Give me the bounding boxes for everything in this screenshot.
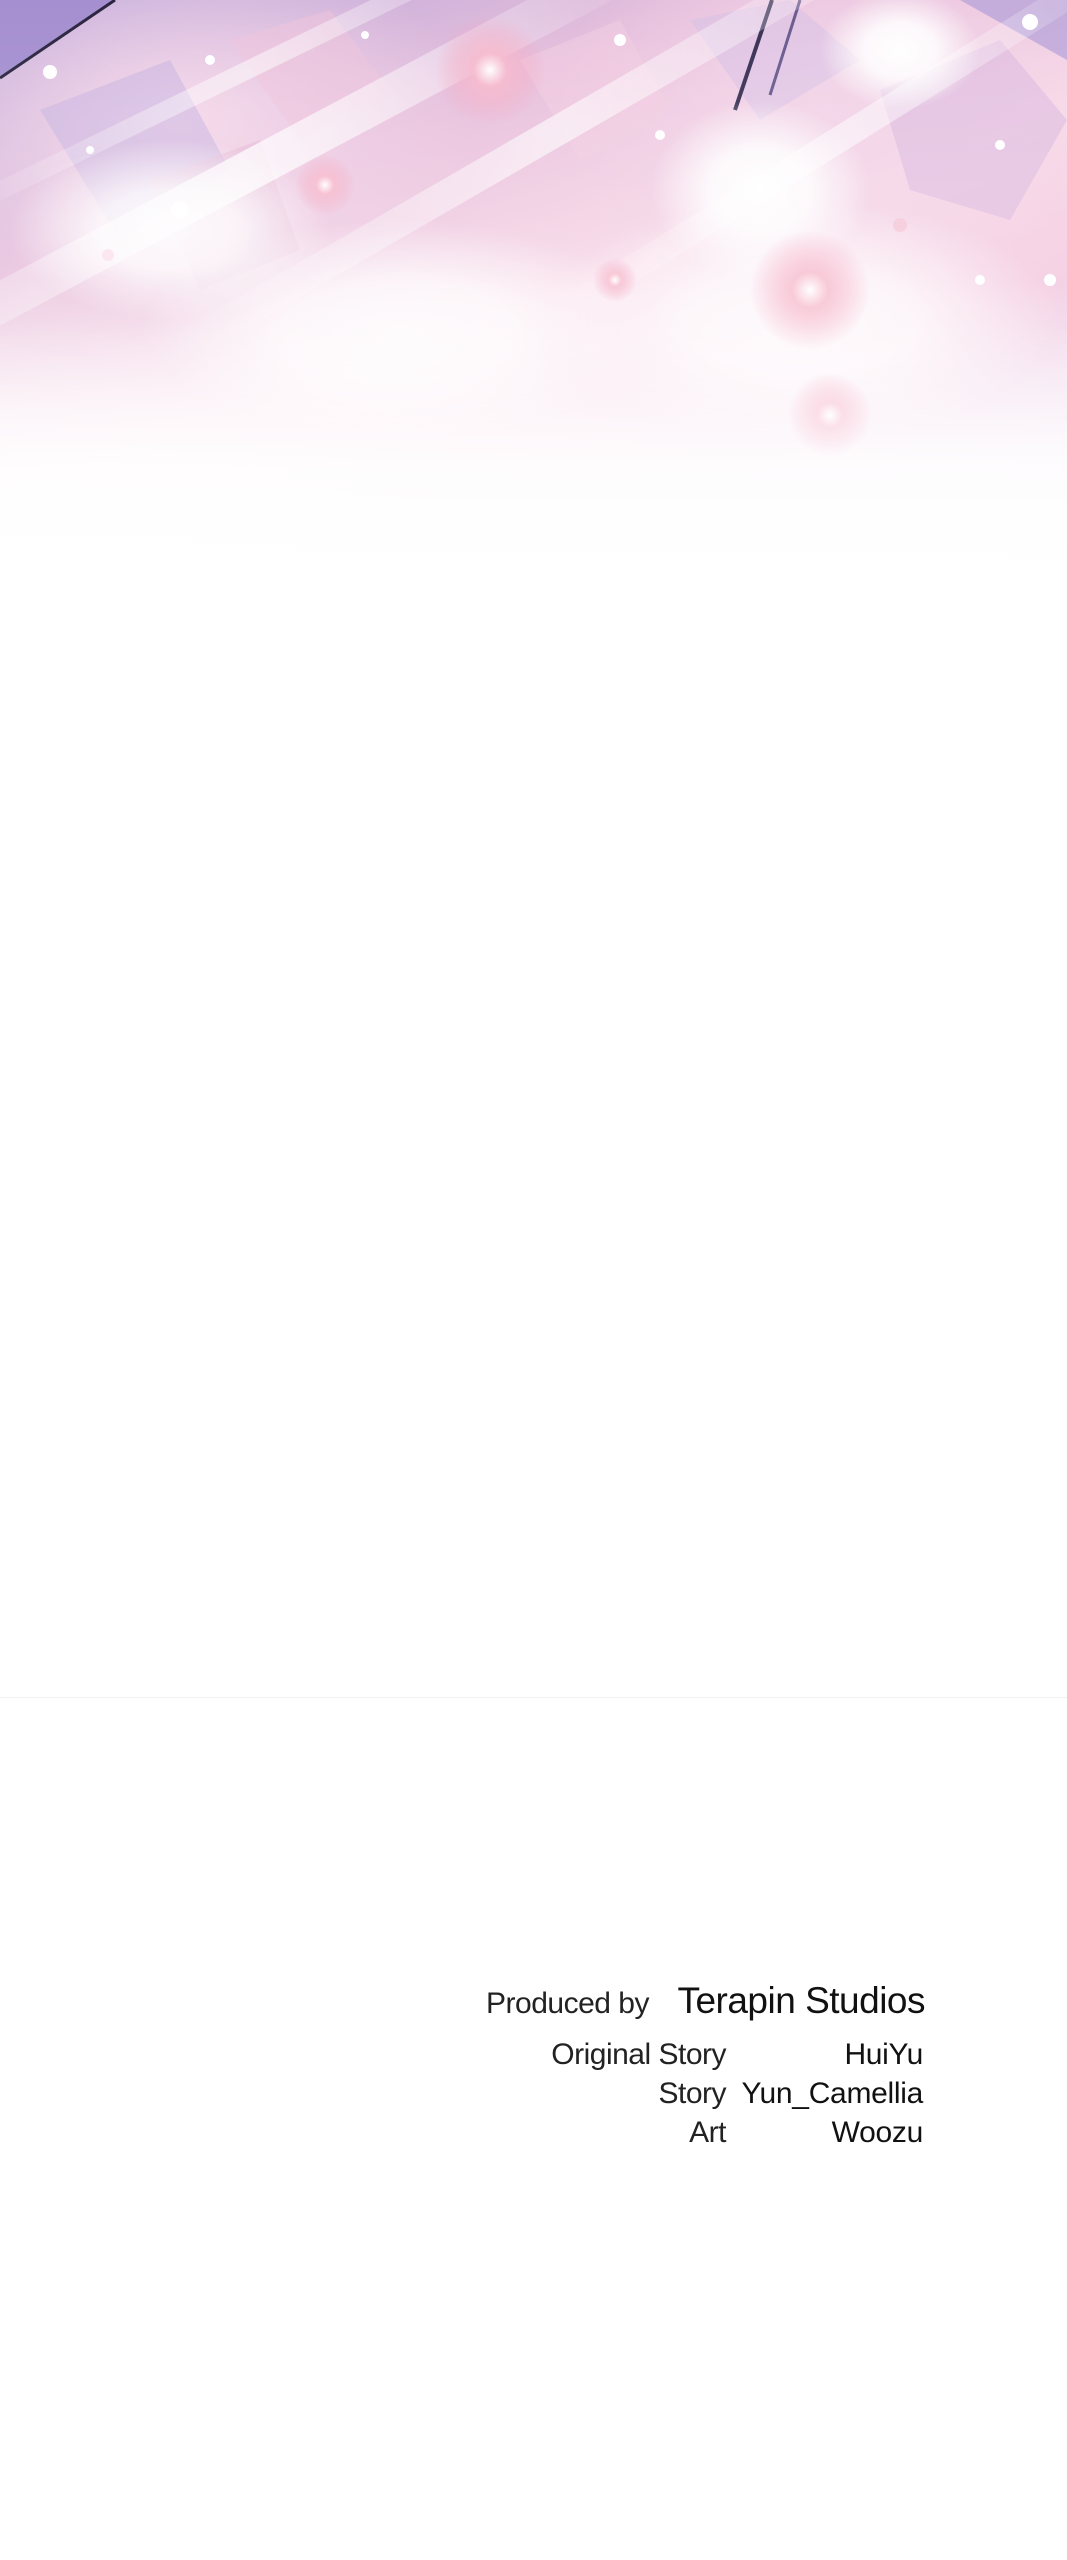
produced-by-label: Produced by xyxy=(486,1987,649,2020)
credit-row-art: Art Woozu xyxy=(0,2116,1067,2156)
credit-person-name: Yun_Camellia xyxy=(741,2077,923,2110)
credit-person-name: HuiYu xyxy=(844,2038,923,2071)
panel-divider xyxy=(0,1697,1067,1698)
credit-row-original-story: Original Story HuiYu xyxy=(0,2038,1067,2078)
credits-block: Produced by Terapin Studios Original Sto… xyxy=(0,1975,1067,2175)
studio-name: Terapin Studios xyxy=(677,1980,925,2021)
sparkle-illustration-panel xyxy=(0,0,1067,720)
credit-role-label: Original Story xyxy=(551,2038,726,2071)
credit-row-story: Story Yun_Camellia xyxy=(0,2077,1067,2117)
credit-role-label: Story xyxy=(658,2077,726,2110)
webtoon-page[interactable]: Produced by Terapin Studios Original Sto… xyxy=(0,0,1067,2560)
credit-role-label: Art xyxy=(689,2116,726,2149)
sparkle-artwork xyxy=(0,0,1067,720)
credit-person-name: Woozu xyxy=(831,2116,924,2149)
